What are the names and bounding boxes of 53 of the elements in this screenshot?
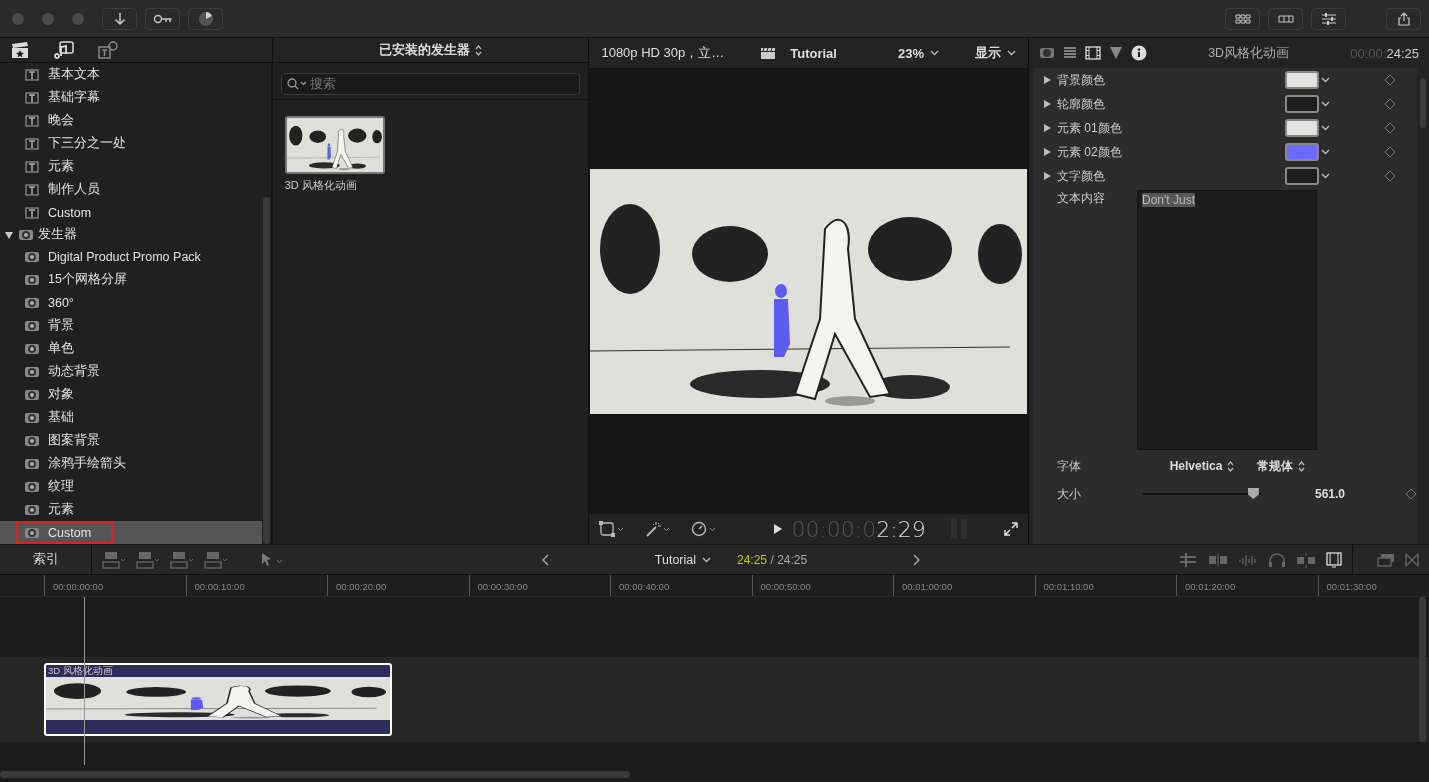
parameter-label: 轮廓颜色 — [1057, 95, 1106, 113]
sidebar-group[interactable]: 发生器 — [0, 224, 262, 245]
parameter-label: 文本内容 — [1057, 190, 1105, 207]
ruler-label: 00:01:30:00 — [1326, 581, 1377, 592]
font-menu[interactable]: Helvetica — [1147, 459, 1257, 473]
parameter-label: 大小 — [1057, 485, 1082, 503]
sidebar-item[interactable]: 图案背景 — [16, 429, 122, 452]
zoom-menu[interactable]: 23% — [897, 45, 939, 61]
sidebar-item[interactable]: 晚会 — [16, 109, 96, 132]
ruler-label: 00:00:30:00 — [477, 581, 528, 592]
sidebar-item[interactable]: 基础 — [16, 406, 96, 429]
view-menu[interactable]: 显示 — [975, 44, 1016, 62]
parameter-label: 字体 — [1057, 457, 1082, 475]
sidebar-item[interactable]: 涂鸦手绘箭头 — [16, 452, 148, 475]
font-style-menu[interactable]: 常规体 — [1257, 457, 1305, 475]
sidebar-item[interactable]: 下三分之一处 — [16, 132, 148, 155]
search-field[interactable]: 搜索 — [280, 73, 581, 95]
ruler-label: 00:00:50:00 — [760, 581, 811, 592]
ruler-label: 00:00:00:00 — [53, 581, 104, 592]
parameter-label: 背景颜色 — [1057, 71, 1106, 89]
sidebar-item[interactable]: 制作人员 — [16, 178, 122, 201]
sidebar-item[interactable]: 单色 — [16, 337, 96, 360]
format-label: 1080p HD 30p，立… — [601, 44, 725, 62]
thumbnail-label[interactable]: 3D 风格化动画 — [284, 178, 385, 193]
ruler-label: 00:00:40:00 — [619, 581, 670, 592]
parameter-label: 元素 02颜色 — [1057, 143, 1123, 161]
ruler-label: 00:00:20:00 — [336, 581, 387, 592]
sidebar-item[interactable]: 元素 — [16, 498, 96, 521]
ruler-label: 00:00:10:00 — [194, 581, 245, 592]
parameter-label: 文字颜色 — [1057, 167, 1106, 185]
project-name: Tutorial — [790, 45, 837, 61]
project-menu[interactable]: Tutorial — [654, 552, 711, 567]
sidebar-item[interactable]: Digital Product Promo Pack — [16, 245, 223, 268]
sidebar-item[interactable]: 动态背景 — [16, 360, 122, 383]
sidebar-item[interactable]: 360° — [16, 291, 96, 314]
sidebar-item[interactable]: Custom — [16, 201, 114, 224]
sidebar-item[interactable]: 15个网格分屏 — [16, 268, 149, 291]
library-menu[interactable]: 已安装的发生器 — [379, 41, 483, 59]
sidebar-item[interactable]: 基本文本 — [16, 63, 122, 86]
inspector-title: 3D风格化动画 — [1207, 44, 1291, 62]
size-value[interactable]: 561.0 — [1285, 487, 1345, 501]
playhead-position: 24:25 — [737, 552, 768, 567]
sidebar-item[interactable]: 基础字幕 — [16, 86, 122, 109]
project-duration: / 24:25 — [770, 552, 808, 567]
ruler-label: 00:01:10:00 — [1043, 581, 1094, 592]
sidebar-item[interactable]: 元素 — [16, 155, 96, 178]
sidebar-item[interactable]: 纹理 — [16, 475, 96, 498]
sidebar-item[interactable]: 对象 — [16, 383, 96, 406]
parameter-label: 元素 01颜色 — [1057, 119, 1123, 137]
sidebar-item[interactable]: 背景 — [16, 314, 96, 337]
text-field[interactable]: Don't Just — [1137, 190, 1317, 450]
ruler-label: 00:01:20:00 — [1185, 581, 1236, 592]
ruler-label: 00:01:00:00 — [902, 581, 953, 592]
